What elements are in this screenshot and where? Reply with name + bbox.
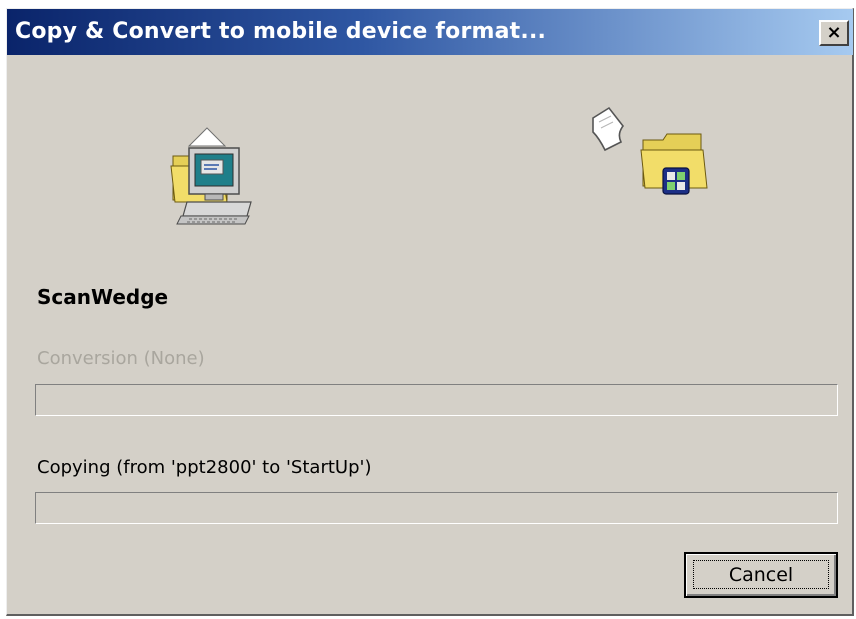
- cancel-button-focus-ring: Cancel: [693, 560, 829, 589]
- copying-progress-bar: [35, 492, 838, 524]
- conversion-progress-bar: [35, 384, 838, 416]
- mobile-device-folder-icon: [640, 133, 708, 195]
- close-icon: ×: [826, 22, 842, 43]
- flying-document-icon: [592, 106, 625, 152]
- conversion-label: Conversion (None): [37, 348, 205, 369]
- window-title: Copy & Convert to mobile device format..…: [15, 19, 547, 44]
- computer-folder-icon: [170, 127, 252, 225]
- copy-convert-dialog: Copy & Convert to mobile device format..…: [6, 8, 854, 616]
- file-name: ScanWedge: [37, 285, 169, 309]
- close-button[interactable]: ×: [819, 20, 849, 46]
- copying-label: Copying (from 'ppt2800' to 'StartUp'): [37, 457, 372, 478]
- title-bar[interactable]: Copy & Convert to mobile device format..…: [7, 9, 853, 55]
- cancel-button-label: Cancel: [728, 563, 794, 586]
- cancel-button[interactable]: Cancel: [684, 552, 838, 598]
